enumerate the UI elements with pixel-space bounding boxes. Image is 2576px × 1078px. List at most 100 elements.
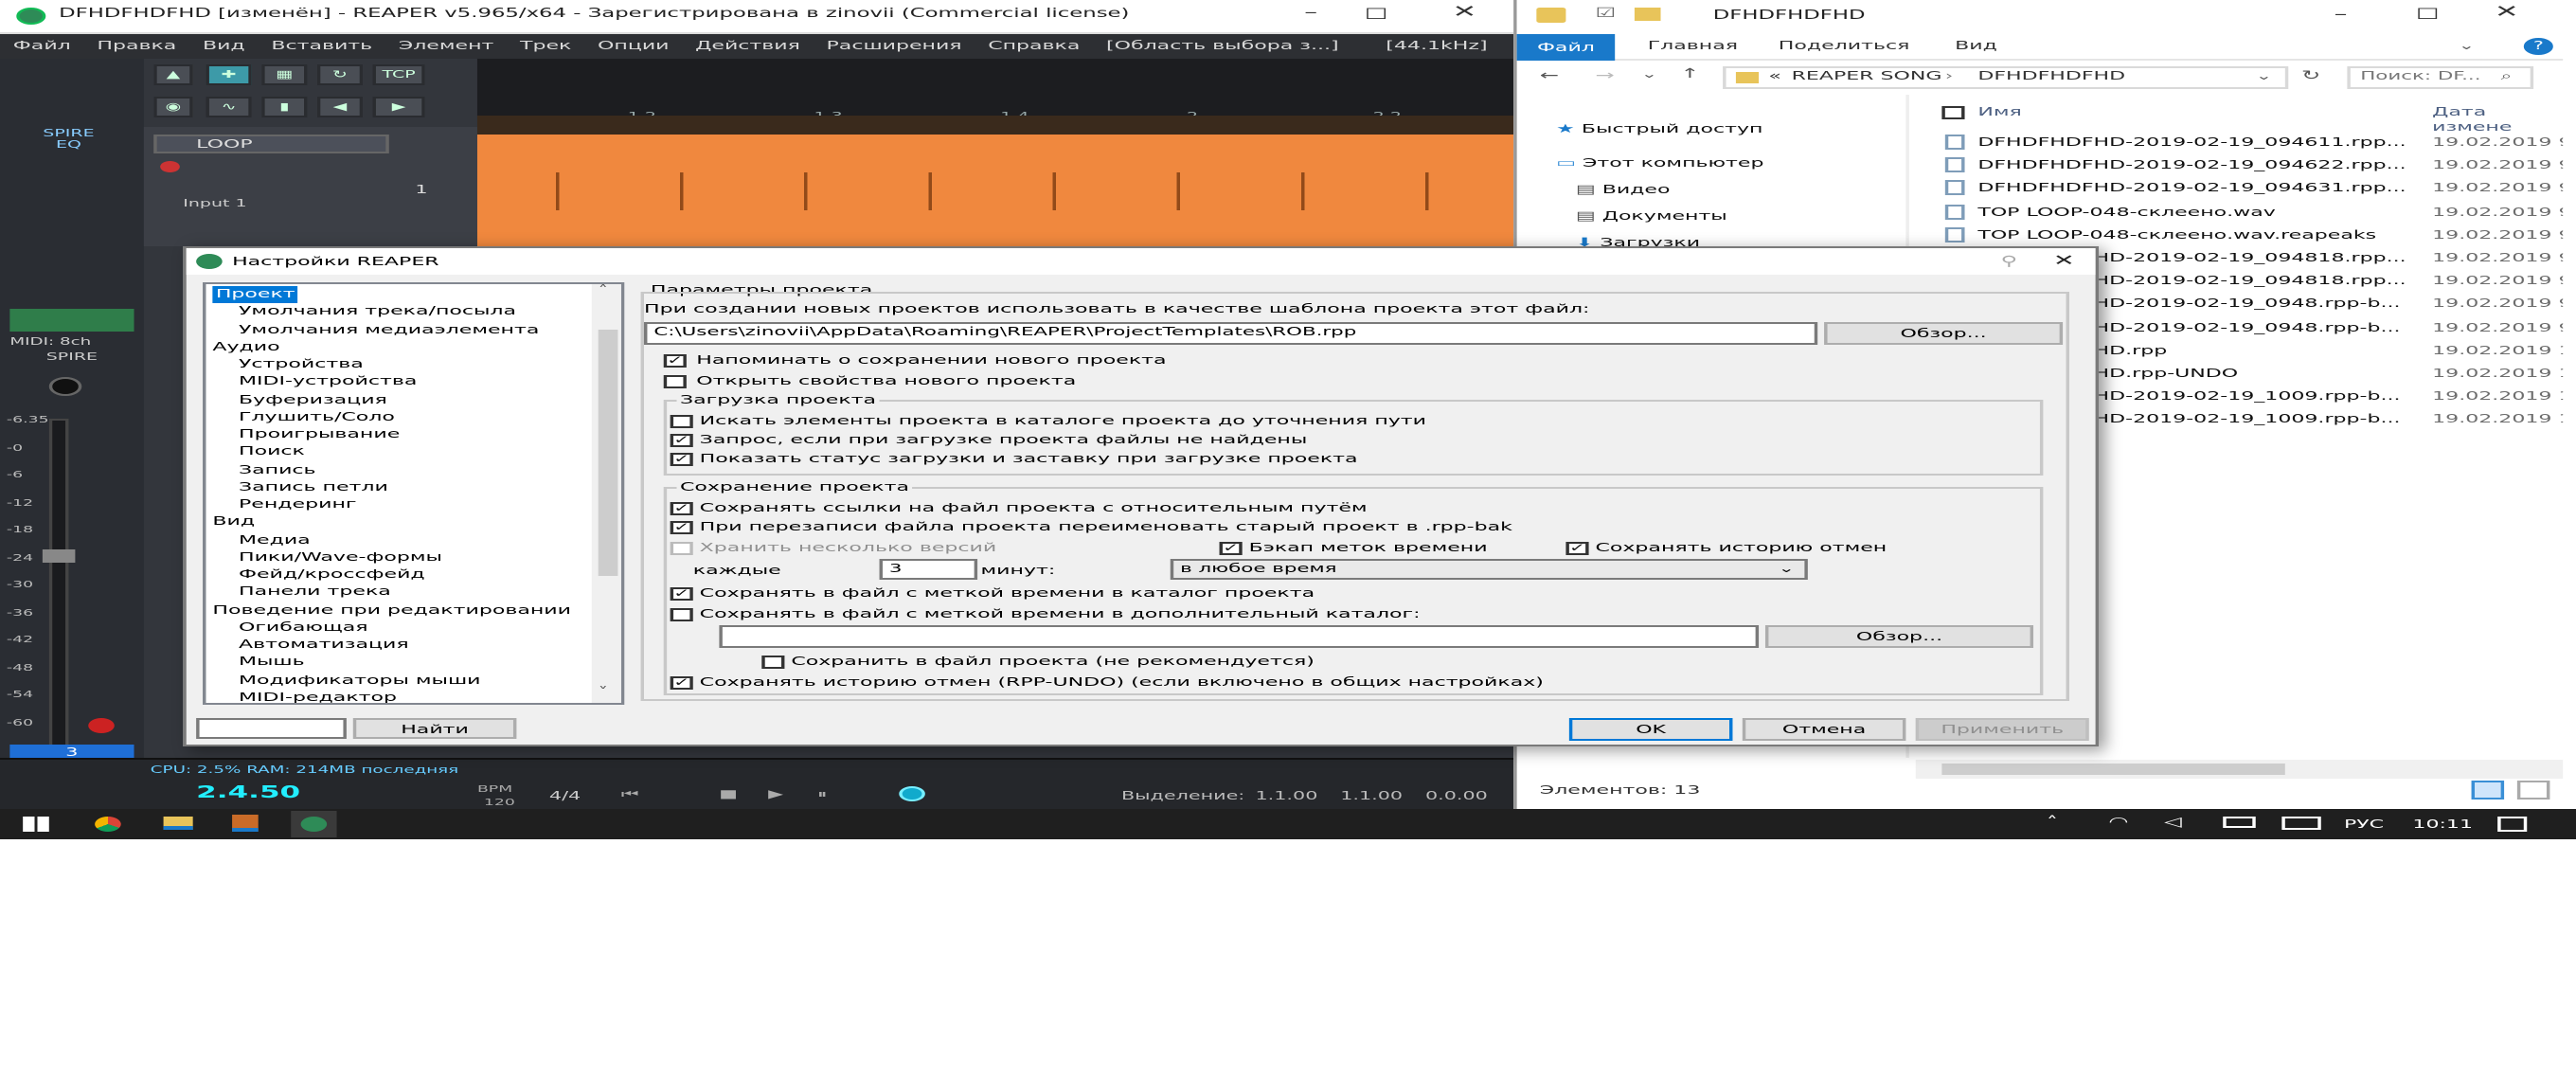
quick-access-check-icon[interactable]: ☑ xyxy=(1595,6,1616,22)
extra-path-input[interactable] xyxy=(719,625,1760,648)
find-input[interactable] xyxy=(196,718,347,739)
quick-access-folder-icon[interactable] xyxy=(1634,8,1661,21)
ribbon-tab-home[interactable]: Главная xyxy=(1648,39,1738,54)
scroll-thumb[interactable] xyxy=(598,330,618,576)
keep-versions-checkbox[interactable] xyxy=(670,542,693,555)
details-view-icon[interactable] xyxy=(2471,781,2505,800)
address-dropdown-icon[interactable]: ⌄ xyxy=(2256,70,2272,83)
transport-stop-icon[interactable]: ■ xyxy=(719,788,738,801)
track-name[interactable]: LOOP xyxy=(196,137,253,153)
tree-item[interactable]: Пики/Wave-формы xyxy=(239,549,442,566)
transport-rewind-icon[interactable]: ⏮ xyxy=(621,788,639,801)
arrange-view[interactable] xyxy=(476,116,1514,246)
file-row[interactable]: TOP LOOP-048-склеено.wav.reapeaks 19.02.2… xyxy=(1916,224,2563,246)
ribbon-expand-icon[interactable]: ⌄ xyxy=(2459,40,2475,53)
nav-documents[interactable]: ▤ Документы xyxy=(1576,205,1903,227)
tree-item[interactable]: Поведение при редактировании xyxy=(212,602,571,619)
forward-icon[interactable]: → xyxy=(1595,68,1614,84)
explorer-titlebar[interactable]: ☑ DFHDFHDFHD – ☐ ✕ xyxy=(1516,0,2564,34)
tree-item[interactable]: Умолчания трека/посыла xyxy=(239,304,516,321)
tiles-view-icon[interactable] xyxy=(2516,781,2550,800)
maximize-button[interactable]: ☐ xyxy=(1360,6,1393,25)
toolbar-grid-icon[interactable]: ✚ xyxy=(206,64,252,85)
toolbar-snap-icon[interactable]: ▦ xyxy=(261,64,308,85)
tree-item[interactable]: Умолчания медиаэлемента xyxy=(239,321,539,338)
apply-button[interactable]: Применить xyxy=(1915,718,2089,741)
reaper-titlebar[interactable]: DFHDFHDFHD [изменён] - REAPER v5.965/x64… xyxy=(0,0,1514,34)
column-name[interactable]: Имя xyxy=(1977,105,2021,120)
language-indicator[interactable]: РУС xyxy=(2344,809,2384,839)
media-app-icon[interactable] xyxy=(232,815,259,832)
ribbon-tab-file[interactable]: Файл xyxy=(1516,34,1616,61)
tree-item[interactable]: Запись xyxy=(239,461,316,478)
reaper-app-icon[interactable] xyxy=(291,811,337,837)
help-icon[interactable]: ? xyxy=(2523,38,2553,55)
ribbon-tab-view[interactable]: Вид xyxy=(1955,39,1997,54)
tree-item[interactable]: Рендеринг xyxy=(239,496,356,513)
menu-item[interactable]: Элемент xyxy=(385,34,507,59)
menu-item[interactable]: Действия xyxy=(682,34,813,59)
load-status-checkbox[interactable] xyxy=(670,453,693,466)
toolbar-env-icon[interactable]: ∿ xyxy=(206,97,252,117)
tree-item[interactable]: Проигрывание xyxy=(239,426,400,443)
windows-start-icon[interactable] xyxy=(23,817,49,832)
template-path-input[interactable]: C:\Users\zinovii\AppData\Roaming\REAPER\… xyxy=(644,322,1818,345)
record-arm-button[interactable] xyxy=(88,718,115,733)
transport-pause-icon[interactable]: ⏸ xyxy=(817,788,827,801)
close-button[interactable]: ✕ xyxy=(1445,4,1484,27)
explorer-maximize-button[interactable]: ☐ xyxy=(2416,6,2440,24)
tree-item[interactable]: Огибающая xyxy=(239,620,368,637)
tree-item[interactable]: Устройства xyxy=(239,356,364,373)
tree-item[interactable]: MIDI-устройства xyxy=(239,374,417,391)
menu-item[interactable]: Опции xyxy=(584,34,682,59)
file-row[interactable]: DFHDFHDFHD-2019-02-19_094611.rpp... 19.02… xyxy=(1916,131,2563,153)
menu-item[interactable]: Вставить xyxy=(259,34,385,59)
tree-item[interactable]: Фейд/кроссфейд xyxy=(239,566,425,584)
chrome-app-icon[interactable] xyxy=(95,817,121,832)
tree-item[interactable]: Медиа xyxy=(239,531,311,548)
tree-scrollbar[interactable]: ˄ ˅ xyxy=(591,284,621,703)
network-icon[interactable]: ◠ xyxy=(2108,815,2128,831)
find-button[interactable]: Найти xyxy=(352,718,517,739)
tree-item[interactable]: Аудио xyxy=(212,339,279,356)
tree-item[interactable]: Буферизация xyxy=(239,391,387,408)
selection-start[interactable]: 1.1.00 xyxy=(1255,790,1317,803)
open-props-checkbox[interactable] xyxy=(663,375,687,388)
save-ts-project-checkbox[interactable] xyxy=(670,587,693,601)
pan-knob-icon[interactable] xyxy=(48,377,82,396)
select-all-checkbox[interactable] xyxy=(1941,106,1965,119)
tree-item[interactable]: Запись петли xyxy=(239,479,388,496)
transport-play-icon[interactable]: ▶ xyxy=(768,788,783,801)
tree-item[interactable]: Автоматизация xyxy=(239,637,409,654)
bpm-value[interactable]: 120 xyxy=(484,798,515,809)
back-icon[interactable]: ← xyxy=(1540,68,1559,84)
file-row[interactable]: TOP LOOP-048-склеено.wav 19.02.2019 9: xyxy=(1916,200,2563,223)
tree-item[interactable]: Мышь xyxy=(239,655,305,672)
tree-item[interactable]: Вид xyxy=(212,514,255,531)
battery-icon[interactable] xyxy=(2223,817,2256,828)
menu-item[interactable]: [Область выбора з...] xyxy=(1093,34,1351,59)
dialog-titlebar[interactable]: Настройки REAPER ⚲ ✕ xyxy=(186,248,2096,275)
ribbon-tab-share[interactable]: Поделиться xyxy=(1779,39,1910,54)
explorer-hscroll[interactable] xyxy=(1915,760,2564,779)
tray-chevron-icon[interactable]: ˄ xyxy=(2047,815,2058,831)
tree-item[interactable]: Панели трека xyxy=(239,584,391,602)
when-select[interactable]: в любое время ⌄ xyxy=(1170,559,1808,580)
breadcrumb-part-1[interactable]: REAPER SONG xyxy=(1792,69,1942,84)
toolbar-meter-icon[interactable]: ▮ xyxy=(261,97,308,117)
track-input-label[interactable]: Input 1 xyxy=(183,199,246,211)
save-ts-extra-checkbox[interactable] xyxy=(670,608,693,621)
save-in-project-checkbox[interactable] xyxy=(761,656,785,669)
cancel-button[interactable]: Отмена xyxy=(1742,718,1906,741)
menu-item[interactable]: Справка xyxy=(975,34,1093,59)
pin-icon[interactable]: ⚲ xyxy=(2001,248,2018,275)
file-row[interactable]: DFHDFHDFHD-2019-02-19_094631.rpp... 19.02… xyxy=(1916,177,2563,200)
selection-end[interactable]: 1.1.00 xyxy=(1340,790,1403,803)
remind-save-checkbox[interactable] xyxy=(663,354,687,368)
keyboard-icon[interactable] xyxy=(2281,817,2321,830)
menu-item[interactable]: Трек xyxy=(507,34,584,59)
tree-item[interactable]: Проект xyxy=(212,286,299,304)
load-search-checkbox[interactable] xyxy=(670,415,693,428)
scroll-down-icon[interactable]: ˅ xyxy=(599,686,608,699)
toolbar-back-icon[interactable]: ◀ xyxy=(316,97,364,117)
